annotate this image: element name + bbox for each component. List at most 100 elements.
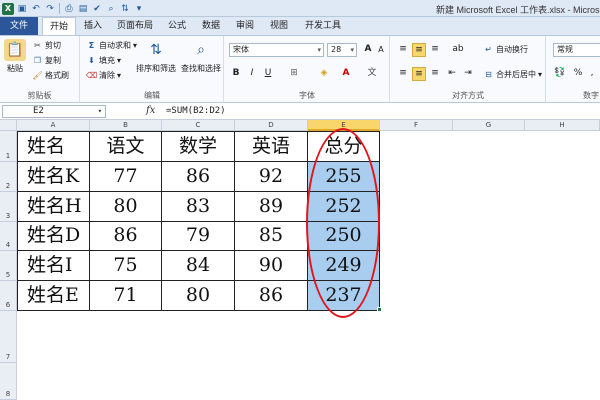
tab-data[interactable]: 数据 xyxy=(196,17,226,35)
row-header-6[interactable]: 6 xyxy=(0,281,17,311)
table-cell[interactable]: 84 xyxy=(162,251,235,281)
font-color-button[interactable]: A xyxy=(339,67,353,81)
phonetic-button[interactable]: 文 xyxy=(365,67,379,81)
header-cell[interactable]: 语文 xyxy=(90,131,162,162)
total-score-cell[interactable]: 255 xyxy=(308,162,380,192)
row-header-8[interactable]: 8 xyxy=(0,363,17,400)
table-cell[interactable]: 90 xyxy=(235,251,308,281)
align-bottom-button[interactable]: ≡ xyxy=(428,43,442,57)
bold-button[interactable]: B xyxy=(229,67,243,81)
table-cell[interactable]: 80 xyxy=(162,281,235,311)
total-score-cell[interactable]: 252 xyxy=(308,192,380,222)
table-cell[interactable]: 86 xyxy=(235,281,308,311)
row-header-2[interactable]: 2 xyxy=(0,162,17,192)
row-header-3[interactable]: 3 xyxy=(0,192,17,222)
table-cell[interactable]: 姓名H xyxy=(17,192,90,222)
border-button[interactable]: ⊞ xyxy=(287,67,301,81)
fill-handle[interactable] xyxy=(377,307,382,312)
copy-button[interactable]: ❐ 复制 xyxy=(32,55,61,66)
comma-button[interactable]: , xyxy=(585,67,599,81)
table-cell[interactable]: 89 xyxy=(235,192,308,222)
select-all-corner[interactable] xyxy=(0,120,17,131)
align-top-button[interactable]: ≡ xyxy=(396,43,410,57)
row-header-5[interactable]: 5 xyxy=(0,251,17,281)
undo-icon[interactable]: ↶ xyxy=(30,3,42,15)
format-icon[interactable]: ▤ xyxy=(77,3,89,15)
grow-font-button[interactable]: A xyxy=(361,43,375,57)
header-cell[interactable]: 总分 xyxy=(308,131,380,162)
find-select-button[interactable]: ⌕ 查找和选择 xyxy=(179,39,223,74)
excel-app-icon[interactable]: X xyxy=(2,2,14,15)
merge-center-button[interactable]: ⊟ 合并后居中 ▾ xyxy=(483,69,542,80)
paste-button[interactable]: 📋 粘贴 xyxy=(3,39,27,74)
orientation-button[interactable]: ab xyxy=(451,43,465,57)
column-header-c[interactable]: C xyxy=(162,120,235,131)
find-icon[interactable]: ⌕ xyxy=(105,3,117,15)
table-cell[interactable]: 80 xyxy=(90,192,162,222)
table-cell[interactable]: 86 xyxy=(162,162,235,192)
table-cell[interactable]: 姓名E xyxy=(17,281,90,311)
wrap-text-button[interactable]: ↵ 自动换行 xyxy=(483,44,528,55)
total-score-cell[interactable]: 249 xyxy=(308,251,380,281)
column-header-f[interactable]: F xyxy=(380,120,453,131)
align-center-button[interactable]: ≡ xyxy=(412,67,426,81)
sort-icon[interactable]: ⇅ xyxy=(119,3,131,15)
header-cell[interactable]: 英语 xyxy=(235,131,308,162)
check-icon[interactable]: ✔ xyxy=(91,3,103,15)
align-middle-button[interactable]: ≡ xyxy=(412,43,426,57)
row-header-4[interactable]: 4 xyxy=(0,222,17,251)
row-header-7[interactable]: 7 xyxy=(0,311,17,363)
print-icon[interactable]: ⎙ xyxy=(63,3,75,15)
increase-indent-button[interactable]: ⇥ xyxy=(461,67,475,81)
format-painter-button[interactable]: 🖌 格式刷 xyxy=(32,70,69,81)
column-header-a[interactable]: A xyxy=(17,120,90,131)
formula-input[interactable]: =SUM(B2:D2) xyxy=(166,106,226,116)
name-box[interactable]: E2 ▾ xyxy=(2,105,106,118)
fill-button[interactable]: ⬇ 填充 ▾ xyxy=(86,55,121,66)
font-size-select[interactable]: 28 ▾ xyxy=(327,43,357,57)
dropdown-icon[interactable]: ▾ xyxy=(133,3,145,15)
save-icon[interactable]: ▣ xyxy=(16,3,28,15)
font-name-select[interactable]: 宋体 ▾ xyxy=(229,43,324,57)
cut-button[interactable]: ✂ 剪切 xyxy=(32,40,61,51)
sort-filter-button[interactable]: ⇅ 排序和筛选 xyxy=(133,39,179,74)
table-cell[interactable]: 86 xyxy=(90,222,162,251)
align-left-button[interactable]: ≡ xyxy=(396,67,410,81)
header-cell[interactable]: 姓名 xyxy=(17,131,90,162)
fill-color-button[interactable]: ◈ xyxy=(317,67,331,81)
table-cell[interactable]: 77 xyxy=(90,162,162,192)
autosum-button[interactable]: Σ 自动求和 ▾ xyxy=(86,40,137,51)
tab-review[interactable]: 审阅 xyxy=(230,17,260,35)
underline-button[interactable]: U xyxy=(261,67,275,81)
table-cell[interactable]: 83 xyxy=(162,192,235,222)
shrink-font-button[interactable]: A xyxy=(374,44,388,58)
table-cell[interactable]: 92 xyxy=(235,162,308,192)
clear-button[interactable]: ⌫ 清除 ▾ xyxy=(86,70,121,81)
table-cell[interactable]: 姓名D xyxy=(17,222,90,251)
decrease-indent-button[interactable]: ⇤ xyxy=(445,67,459,81)
table-cell[interactable]: 姓名K xyxy=(17,162,90,192)
tab-developer[interactable]: 开发工具 xyxy=(299,17,347,35)
tab-page-layout[interactable]: 页面布局 xyxy=(111,17,159,35)
tab-insert[interactable]: 插入 xyxy=(78,17,108,35)
table-cell[interactable]: 85 xyxy=(235,222,308,251)
italic-button[interactable]: I xyxy=(245,67,259,81)
table-cell[interactable]: 79 xyxy=(162,222,235,251)
tab-view[interactable]: 视图 xyxy=(264,17,294,35)
row-header-1[interactable]: 1 xyxy=(0,131,17,162)
percent-button[interactable]: % xyxy=(571,67,585,81)
column-header-b[interactable]: B xyxy=(90,120,162,131)
tab-file[interactable]: 文件 xyxy=(0,17,38,35)
number-format-select[interactable]: 常规 xyxy=(553,43,600,57)
column-header-d[interactable]: D xyxy=(235,120,308,131)
tab-formulas[interactable]: 公式 xyxy=(162,17,192,35)
table-cell[interactable]: 75 xyxy=(90,251,162,281)
total-score-cell[interactable]: 250 xyxy=(308,222,380,251)
table-cell[interactable]: 姓名I xyxy=(17,251,90,281)
column-header-g[interactable]: G xyxy=(453,120,525,131)
align-right-button[interactable]: ≡ xyxy=(428,67,442,81)
redo-icon[interactable]: ↷ xyxy=(44,3,56,15)
tab-home[interactable]: 开始 xyxy=(42,17,76,35)
column-header-h[interactable]: H xyxy=(525,120,600,131)
currency-button[interactable]: 💱 xyxy=(553,67,567,81)
